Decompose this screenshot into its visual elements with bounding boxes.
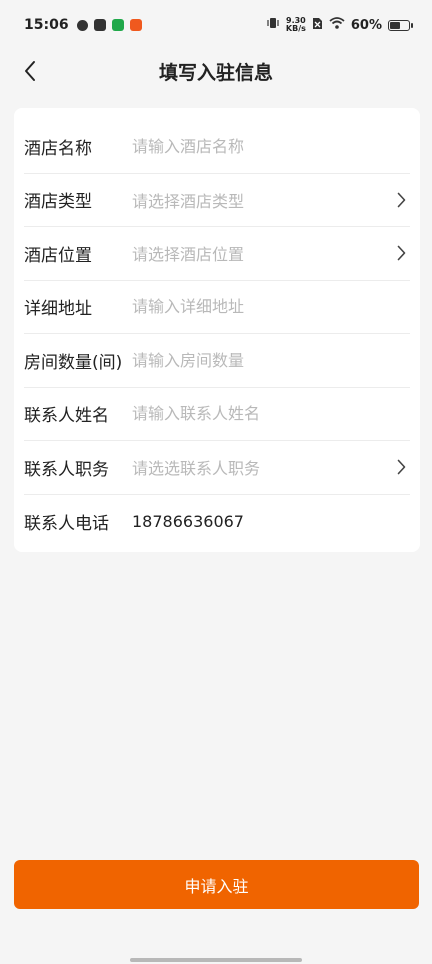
status-bar: 15:06 9.30 KB/s 60% bbox=[0, 0, 432, 50]
contact-name-label: 联系人姓名 bbox=[24, 406, 109, 427]
room-count-label: 房间数量(间) bbox=[24, 352, 123, 373]
room-count-input[interactable] bbox=[132, 350, 410, 370]
room-count-row[interactable]: 房间数量(间) bbox=[24, 334, 410, 388]
home-indicator[interactable] bbox=[130, 958, 302, 962]
detailed-address-label: 详细地址 bbox=[24, 299, 92, 320]
apply-button[interactable]: 申请入驻 bbox=[14, 860, 419, 909]
chevron-right-icon bbox=[394, 190, 408, 210]
page-title: 填写入驻信息 bbox=[158, 62, 273, 84]
detailed-address-input[interactable] bbox=[132, 297, 410, 317]
battery-fill bbox=[390, 21, 400, 29]
battery-percent: 60% bbox=[350, 17, 382, 33]
network-speed-unit: KB/s bbox=[285, 24, 306, 33]
contact-position-row[interactable]: 联系人职务 请选选联系人职务 bbox=[24, 441, 410, 495]
hotel-name-label: 酒店名称 bbox=[24, 138, 92, 159]
chevron-right-icon bbox=[394, 243, 408, 263]
status-right: 9.30 KB/s 60% bbox=[266, 17, 413, 34]
contact-name-row[interactable]: 联系人姓名 bbox=[24, 388, 410, 441]
wechat-icon bbox=[111, 19, 124, 31]
nav-bar: 填写入驻信息 bbox=[0, 50, 432, 92]
tiktok-icon bbox=[93, 19, 106, 31]
detailed-address-row[interactable]: 详细地址 bbox=[24, 281, 410, 334]
contact-phone-row[interactable]: 联系人电话 18786636067 bbox=[24, 495, 410, 549]
contact-phone-value[interactable]: 18786636067 bbox=[132, 512, 410, 531]
apply-button-label: 申请入驻 bbox=[184, 876, 249, 896]
app-badge-icon bbox=[129, 19, 142, 31]
battery-icon bbox=[388, 19, 413, 31]
wifi-icon bbox=[329, 17, 345, 33]
contact-position-label: 联系人职务 bbox=[24, 459, 109, 480]
contact-phone-label: 联系人电话 bbox=[24, 513, 109, 534]
hotel-location-label: 酒店位置 bbox=[24, 245, 92, 266]
status-left: 15:06 bbox=[24, 17, 142, 33]
hotel-location-select[interactable]: 请选择酒店位置 bbox=[132, 241, 394, 265]
hotel-type-select[interactable]: 请选择酒店类型 bbox=[132, 188, 394, 212]
status-time: 15:06 bbox=[24, 17, 69, 33]
hotel-type-label: 酒店类型 bbox=[24, 192, 92, 213]
contact-name-input[interactable] bbox=[132, 404, 410, 424]
app-notification-icon bbox=[76, 19, 88, 31]
network-speed: 9.30 KB/s bbox=[286, 17, 306, 33]
hotel-name-input[interactable] bbox=[132, 136, 410, 156]
hotel-form: 酒店名称 酒店类型 请选择酒店类型 酒店位置 请选择酒店位置 详细地址 房间数量… bbox=[14, 108, 420, 552]
contact-position-select[interactable]: 请选选联系人职务 bbox=[132, 455, 394, 479]
hotel-location-row[interactable]: 酒店位置 请选择酒店位置 bbox=[24, 227, 410, 281]
chevron-right-icon bbox=[394, 457, 408, 477]
no-sim-icon bbox=[312, 17, 323, 34]
hotel-name-row[interactable]: 酒店名称 bbox=[24, 120, 410, 174]
hotel-type-row[interactable]: 酒店类型 请选择酒店类型 bbox=[24, 174, 410, 227]
vibrate-icon bbox=[266, 17, 280, 33]
